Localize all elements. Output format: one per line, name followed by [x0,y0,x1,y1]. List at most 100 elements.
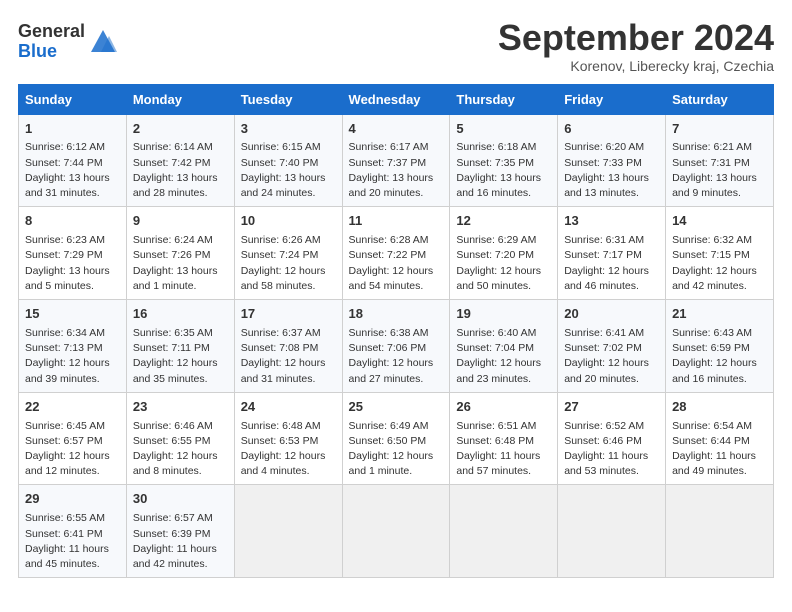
calendar-cell: 10Sunrise: 6:26 AM Sunset: 7:24 PM Dayli… [234,207,342,300]
calendar-cell: 20 Sunrise: 6:41 AM Sunset: 7:02 PM Dayli… [558,300,666,393]
calendar-cell: 2Sunrise: 6:14 AM Sunset: 7:42 PM Daylig… [126,114,234,207]
calendar-cell: 5Sunrise: 6:18 AM Sunset: 7:35 PM Daylig… [450,114,558,207]
month-title: September 2024 [498,18,774,58]
day-number: 25 [349,398,444,417]
calendar-cell: 9Sunrise: 6:24 AM Sunset: 7:26 PM Daylig… [126,207,234,300]
calendar-cell: 4Sunrise: 6:17 AM Sunset: 7:37 PM Daylig… [342,114,450,207]
day-number: 6 [564,120,659,139]
day-info: Sunrise: 6:41 AM Sunset: 7:02 PM Dayligh… [564,326,659,387]
calendar-cell: 30Sunrise: 6:57 AM Sunset: 6:39 PM Dayli… [126,485,234,578]
day-number: 29 [25,490,120,509]
day-number: 22 [25,398,120,417]
calendar-cell: 27 Sunrise: 6:52 AM Sunset: 6:46 PM Dayli… [558,392,666,485]
day-number: 17 [241,305,336,324]
weekday-header-row: SundayMondayTuesdayWednesdayThursdayFrid… [19,84,774,114]
logo-blue-text: Blue [18,42,85,62]
day-info: Sunrise: 6:54 AM Sunset: 6:44 PM Dayligh… [672,419,767,480]
day-info: Sunrise: 6:49 AM Sunset: 6:50 PM Dayligh… [349,419,444,480]
day-number: 9 [133,212,228,231]
day-info: Sunrise: 6:17 AM Sunset: 7:37 PM Dayligh… [349,140,444,201]
day-number: 8 [25,212,120,231]
day-info: Sunrise: 6:23 AM Sunset: 7:29 PM Dayligh… [25,233,120,294]
calendar-cell [666,485,774,578]
weekday-header-monday: Monday [126,84,234,114]
weekday-header-saturday: Saturday [666,84,774,114]
day-number: 24 [241,398,336,417]
calendar-week-row: 8 Sunrise: 6:23 AM Sunset: 7:29 PM Daylig… [19,207,774,300]
day-number: 19 [456,305,551,324]
calendar-cell [558,485,666,578]
day-info: Sunrise: 6:51 AM Sunset: 6:48 PM Dayligh… [456,419,551,480]
day-info: Sunrise: 6:12 AM Sunset: 7:44 PM Dayligh… [25,140,120,201]
title-block: September 2024 Korenov, Liberecky kraj, … [498,18,774,74]
day-number: 18 [349,305,444,324]
day-info: Sunrise: 6:31 AM Sunset: 7:17 PM Dayligh… [564,233,659,294]
calendar-cell: 12 Sunrise: 6:29 AM Sunset: 7:20 PM Dayli… [450,207,558,300]
day-info: Sunrise: 6:18 AM Sunset: 7:35 PM Dayligh… [456,140,551,201]
calendar-table: SundayMondayTuesdayWednesdayThursdayFrid… [18,84,774,579]
weekday-header-thursday: Thursday [450,84,558,114]
day-number: 5 [456,120,551,139]
day-info: Sunrise: 6:57 AM Sunset: 6:39 PM Dayligh… [133,511,228,572]
logo: General Blue [18,22,117,62]
calendar-cell: 23 Sunrise: 6:46 AM Sunset: 6:55 PM Dayli… [126,392,234,485]
day-info: Sunrise: 6:28 AM Sunset: 7:22 PM Dayligh… [349,233,444,294]
day-number: 1 [25,120,120,139]
calendar-cell: 19 Sunrise: 6:40 AM Sunset: 7:04 PM Dayli… [450,300,558,393]
calendar-cell: 21Sunrise: 6:43 AM Sunset: 6:59 PM Dayli… [666,300,774,393]
day-info: Sunrise: 6:35 AM Sunset: 7:11 PM Dayligh… [133,326,228,387]
day-info: Sunrise: 6:38 AM Sunset: 7:06 PM Dayligh… [349,326,444,387]
calendar-cell [450,485,558,578]
logo-icon [89,28,117,56]
day-number: 20 [564,305,659,324]
calendar-cell: 25 Sunrise: 6:49 AM Sunset: 6:50 PM Dayli… [342,392,450,485]
weekday-header-tuesday: Tuesday [234,84,342,114]
day-number: 14 [672,212,767,231]
day-info: Sunrise: 6:15 AM Sunset: 7:40 PM Dayligh… [241,140,336,201]
day-info: Sunrise: 6:46 AM Sunset: 6:55 PM Dayligh… [133,419,228,480]
day-info: Sunrise: 6:14 AM Sunset: 7:42 PM Dayligh… [133,140,228,201]
day-info: Sunrise: 6:20 AM Sunset: 7:33 PM Dayligh… [564,140,659,201]
day-info: Sunrise: 6:26 AM Sunset: 7:24 PM Dayligh… [241,233,336,294]
subtitle: Korenov, Liberecky kraj, Czechia [498,58,774,74]
day-number: 7 [672,120,767,139]
calendar-cell [342,485,450,578]
day-number: 27 [564,398,659,417]
weekday-header-friday: Friday [558,84,666,114]
calendar-cell: 29 Sunrise: 6:55 AM Sunset: 6:41 PM Dayli… [19,485,127,578]
day-info: Sunrise: 6:55 AM Sunset: 6:41 PM Dayligh… [25,511,120,572]
page: General Blue September 2024 Korenov, Lib… [0,0,792,596]
calendar-week-row: 29 Sunrise: 6:55 AM Sunset: 6:41 PM Dayli… [19,485,774,578]
weekday-header-wednesday: Wednesday [342,84,450,114]
calendar-cell: 13 Sunrise: 6:31 AM Sunset: 7:17 PM Dayli… [558,207,666,300]
calendar-cell: 16Sunrise: 6:35 AM Sunset: 7:11 PM Dayli… [126,300,234,393]
calendar-cell: 28Sunrise: 6:54 AM Sunset: 6:44 PM Dayli… [666,392,774,485]
calendar-cell: 7Sunrise: 6:21 AM Sunset: 7:31 PM Daylig… [666,114,774,207]
day-number: 3 [241,120,336,139]
calendar-week-row: 22 Sunrise: 6:45 AM Sunset: 6:57 PM Dayli… [19,392,774,485]
day-number: 13 [564,212,659,231]
calendar-week-row: 1Sunrise: 6:12 AM Sunset: 7:44 PM Daylig… [19,114,774,207]
calendar-cell: 18 Sunrise: 6:38 AM Sunset: 7:06 PM Dayli… [342,300,450,393]
day-info: Sunrise: 6:52 AM Sunset: 6:46 PM Dayligh… [564,419,659,480]
day-info: Sunrise: 6:37 AM Sunset: 7:08 PM Dayligh… [241,326,336,387]
day-info: Sunrise: 6:40 AM Sunset: 7:04 PM Dayligh… [456,326,551,387]
day-number: 2 [133,120,228,139]
calendar-cell: 8 Sunrise: 6:23 AM Sunset: 7:29 PM Daylig… [19,207,127,300]
calendar-cell: 22 Sunrise: 6:45 AM Sunset: 6:57 PM Dayli… [19,392,127,485]
calendar-cell: 11 Sunrise: 6:28 AM Sunset: 7:22 PM Dayli… [342,207,450,300]
day-number: 4 [349,120,444,139]
calendar-cell: 14Sunrise: 6:32 AM Sunset: 7:15 PM Dayli… [666,207,774,300]
day-number: 11 [349,212,444,231]
calendar-cell: 15Sunrise: 6:34 AM Sunset: 7:13 PM Dayli… [19,300,127,393]
day-info: Sunrise: 6:48 AM Sunset: 6:53 PM Dayligh… [241,419,336,480]
day-info: Sunrise: 6:29 AM Sunset: 7:20 PM Dayligh… [456,233,551,294]
day-number: 12 [456,212,551,231]
day-info: Sunrise: 6:45 AM Sunset: 6:57 PM Dayligh… [25,419,120,480]
calendar-cell: 3Sunrise: 6:15 AM Sunset: 7:40 PM Daylig… [234,114,342,207]
day-info: Sunrise: 6:43 AM Sunset: 6:59 PM Dayligh… [672,326,767,387]
day-number: 23 [133,398,228,417]
calendar-cell: 26Sunrise: 6:51 AM Sunset: 6:48 PM Dayli… [450,392,558,485]
day-number: 15 [25,305,120,324]
logo-general-text: General [18,22,85,42]
